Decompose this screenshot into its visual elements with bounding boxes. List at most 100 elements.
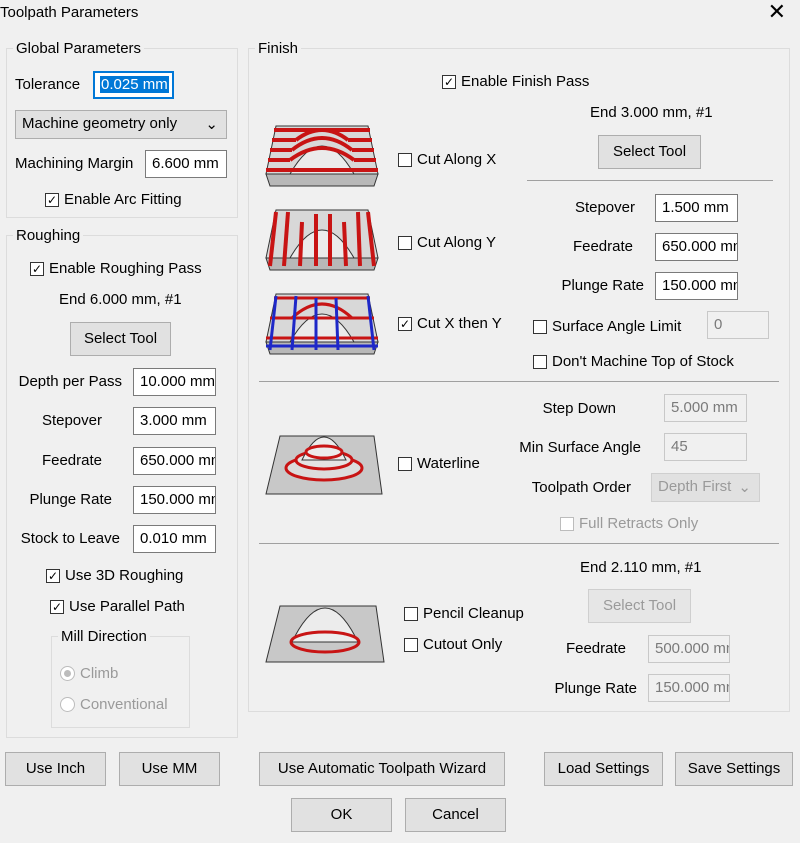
checkbox-empty-icon	[404, 606, 418, 621]
checkbox-check-icon: ✓	[50, 599, 64, 614]
finish-plunge-input[interactable]: 150.000 mm	[655, 272, 738, 300]
roughing-plunge-input[interactable]: 150.000 mm	[133, 486, 216, 514]
checkbox-empty-icon	[560, 516, 574, 531]
checkbox-empty-icon	[533, 354, 547, 369]
cut-along-y-illustration	[265, 209, 379, 271]
cut-along-x-illustration	[265, 125, 379, 187]
depth-per-pass-label: Depth per Pass	[18, 373, 122, 390]
climb-label: Climb	[80, 665, 119, 682]
save-settings-button[interactable]: Save Settings	[675, 752, 793, 786]
cut-along-y-checkbox[interactable]: Cut Along Y	[398, 234, 496, 251]
cut-x-then-y-label: Cut X then Y	[417, 315, 502, 332]
close-icon[interactable]: ✕	[768, 1, 786, 23]
finish-stepover-input[interactable]: 1.500 mm	[655, 194, 738, 222]
roughing-legend: Roughing	[16, 227, 81, 244]
cutout-only-checkbox[interactable]: Cutout Only	[404, 636, 502, 653]
step-down-input[interactable]: 5.000 mm	[664, 394, 747, 422]
finish-legend: Finish	[258, 40, 299, 57]
mill-direction-legend: Mill Direction	[61, 628, 147, 645]
cut-x-then-y-checkbox[interactable]: ✓ Cut X then Y	[398, 315, 502, 332]
checkbox-empty-icon	[398, 152, 412, 167]
checkbox-check-icon: ✓	[45, 192, 59, 207]
use-parallel-path-checkbox[interactable]: ✓ Use Parallel Path	[50, 598, 185, 615]
window-title: Toolpath Parameters	[0, 4, 139, 21]
use-mm-button[interactable]: Use MM	[119, 752, 220, 786]
pencil-cleanup-label: Pencil Cleanup	[423, 605, 524, 622]
machining-margin-input[interactable]: 6.600 mm	[145, 150, 227, 178]
arc-fitting-label: Enable Arc Fitting	[64, 191, 182, 208]
chevron-down-icon: ⌄	[738, 479, 751, 496]
roughing-feedrate-input[interactable]: 650.000 mm	[133, 447, 216, 475]
pencil-separator	[259, 543, 779, 544]
geometry-select-value: Machine geometry only	[22, 115, 178, 132]
cut-along-x-checkbox[interactable]: Cut Along X	[398, 151, 496, 168]
radio-empty-icon	[60, 697, 75, 712]
min-surface-angle-input[interactable]: 45	[664, 433, 747, 461]
stock-to-leave-input[interactable]: 0.010 mm	[133, 525, 216, 553]
climb-radio[interactable]: Climb	[60, 665, 118, 682]
stock-to-leave-label: Stock to Leave	[20, 530, 120, 547]
roughing-stepover-input[interactable]: 3.000 mm	[133, 407, 216, 435]
pencil-feedrate-label: Feedrate	[565, 640, 626, 657]
use-inch-button[interactable]: Use Inch	[5, 752, 106, 786]
checkbox-check-icon: ✓	[398, 316, 412, 331]
checkbox-empty-icon	[398, 456, 412, 471]
ok-button[interactable]: OK	[291, 798, 392, 832]
min-surface-angle-label: Min Surface Angle	[519, 439, 641, 456]
waterline-separator	[259, 381, 779, 382]
finish-tool-separator	[527, 180, 773, 181]
tolerance-label: Tolerance	[15, 76, 81, 93]
roughing-select-tool-button[interactable]: Select Tool	[70, 322, 171, 356]
enable-roughing-checkbox[interactable]: ✓ Enable Roughing Pass	[30, 260, 202, 277]
finish-feedrate-label: Feedrate	[572, 238, 633, 255]
arc-fitting-checkbox[interactable]: ✓ Enable Arc Fitting	[45, 191, 182, 208]
checkbox-empty-icon	[398, 235, 412, 250]
enable-finish-label: Enable Finish Pass	[461, 73, 590, 90]
surface-angle-limit-checkbox[interactable]: Surface Angle Limit	[533, 318, 681, 335]
use-3d-roughing-checkbox[interactable]: ✓ Use 3D Roughing	[46, 567, 183, 584]
roughing-tool-text: End 6.000 mm, #1	[59, 291, 182, 308]
toolpath-wizard-button[interactable]: Use Automatic Toolpath Wizard	[259, 752, 505, 786]
geometry-select[interactable]: Machine geometry only ⌄	[15, 110, 227, 139]
cancel-button[interactable]: Cancel	[405, 798, 506, 832]
finish-feedrate-input[interactable]: 650.000 mm	[655, 233, 738, 261]
pencil-cleanup-checkbox[interactable]: Pencil Cleanup	[404, 605, 524, 622]
depth-per-pass-input[interactable]: 10.000 mm	[133, 368, 216, 396]
use-3d-roughing-label: Use 3D Roughing	[65, 567, 184, 584]
pencil-plunge-label: Plunge Rate	[554, 680, 637, 697]
load-settings-button[interactable]: Load Settings	[544, 752, 663, 786]
cut-along-y-label: Cut Along Y	[417, 234, 496, 251]
pencil-feedrate-input[interactable]: 500.000 mm	[648, 635, 730, 663]
step-down-label: Step Down	[542, 400, 616, 417]
conventional-radio[interactable]: Conventional	[60, 696, 168, 713]
checkbox-check-icon: ✓	[442, 74, 456, 89]
cutout-only-label: Cutout Only	[423, 636, 503, 653]
waterline-illustration	[265, 435, 383, 495]
toolpath-order-select[interactable]: Depth First ⌄	[651, 473, 760, 502]
toolpath-order-label: Toolpath Order	[531, 479, 631, 496]
checkbox-check-icon: ✓	[46, 568, 60, 583]
full-retracts-checkbox[interactable]: Full Retracts Only	[560, 515, 698, 532]
machining-margin-label: Machining Margin	[15, 155, 134, 172]
enable-roughing-label: Enable Roughing Pass	[49, 260, 202, 277]
roughing-feedrate-label: Feedrate	[41, 452, 102, 469]
tolerance-value: 0.025 mm	[100, 76, 169, 93]
pencil-tool-text: End 2.110 mm, #1	[580, 559, 702, 576]
checkbox-empty-icon	[404, 637, 418, 652]
roughing-plunge-label: Plunge Rate	[29, 491, 112, 508]
checkbox-check-icon: ✓	[30, 261, 44, 276]
pencil-select-tool-button[interactable]: Select Tool	[588, 589, 691, 623]
full-retracts-label: Full Retracts Only	[579, 515, 699, 532]
finish-stepover-label: Stepover	[574, 199, 635, 216]
finish-tool-text: End 3.000 mm, #1	[590, 104, 713, 121]
chevron-down-icon: ⌄	[205, 116, 218, 133]
finish-select-tool-button[interactable]: Select Tool	[598, 135, 701, 169]
surface-angle-limit-input[interactable]: 0	[707, 311, 769, 339]
dont-machine-top-checkbox[interactable]: Don't Machine Top of Stock	[533, 353, 734, 370]
enable-finish-checkbox[interactable]: ✓ Enable Finish Pass	[442, 73, 589, 90]
checkbox-empty-icon	[533, 319, 547, 334]
use-parallel-path-label: Use Parallel Path	[69, 598, 185, 615]
pencil-plunge-input[interactable]: 150.000 mm	[648, 674, 730, 702]
waterline-checkbox[interactable]: Waterline	[398, 455, 480, 472]
tolerance-input[interactable]: 0.025 mm	[93, 71, 174, 99]
